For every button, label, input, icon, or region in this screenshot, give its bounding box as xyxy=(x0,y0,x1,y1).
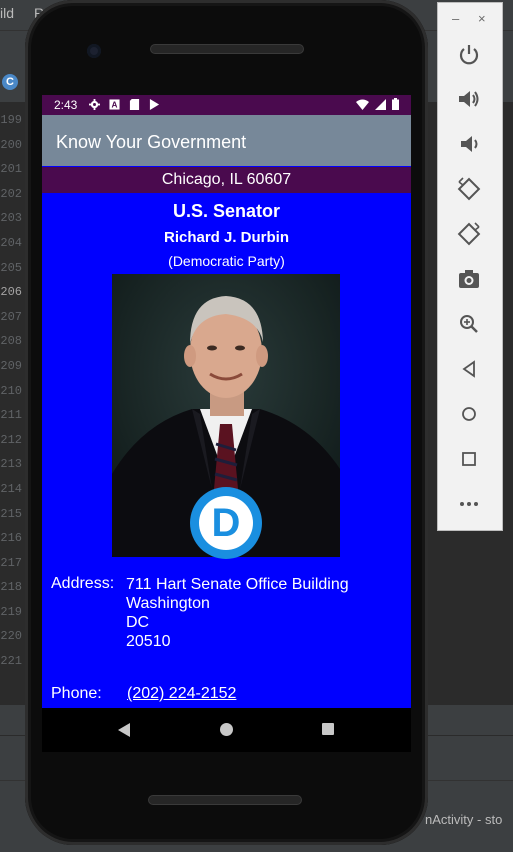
line-number: 221 xyxy=(0,654,22,669)
line-number: 201 xyxy=(0,162,22,177)
phone-frame: 2:43 A Know Your Government Chicago, IL … xyxy=(25,0,428,845)
more-icon[interactable] xyxy=(456,491,482,517)
home-icon[interactable] xyxy=(456,401,482,427)
address-line: 20510 xyxy=(126,633,171,650)
line-number: 200 xyxy=(0,137,22,152)
address-line: DC xyxy=(126,614,150,631)
nav-home-icon[interactable] xyxy=(220,723,233,736)
line-number: 211 xyxy=(0,408,22,423)
status-bar: 2:43 A xyxy=(42,95,411,115)
line-number: 220 xyxy=(0,629,22,644)
signal-icon xyxy=(375,98,386,110)
line-number: 218 xyxy=(0,580,22,595)
line-number: 199 xyxy=(0,113,22,127)
battery-icon xyxy=(392,98,399,110)
bottom-speaker xyxy=(148,795,302,805)
earpiece-speaker xyxy=(150,44,304,54)
ide-status-text: nActivity - sto xyxy=(425,812,503,827)
address-label: Address: xyxy=(51,575,115,592)
address-value[interactable]: 711 Hart Senate Office Building Washingt… xyxy=(126,575,349,651)
a-box-icon: A xyxy=(109,99,120,110)
nav-back-icon[interactable] xyxy=(118,723,130,737)
close-icon[interactable]: × xyxy=(478,11,486,26)
line-number: 206 xyxy=(0,285,22,300)
line-number: 203 xyxy=(0,211,22,226)
official-name: Richard J. Durbin xyxy=(163,229,290,246)
rotate-right-icon[interactable] xyxy=(456,221,482,247)
line-number: 208 xyxy=(0,334,22,349)
app-bar: Know Your Government xyxy=(42,115,411,166)
front-camera xyxy=(87,44,101,58)
camera-icon[interactable] xyxy=(456,266,482,292)
line-number: 214 xyxy=(0,481,22,496)
line-number: 209 xyxy=(0,358,22,373)
android-nav-bar xyxy=(42,708,411,752)
line-number-gutter: 199 200 201 202 203 204 205 206 207 208 209 210 211 2… xyxy=(0,108,22,693)
svg-text:A: A xyxy=(112,101,118,110)
line-number: 213 xyxy=(0,457,22,472)
nav-recents-icon[interactable] xyxy=(322,723,334,735)
volume-up-icon[interactable] xyxy=(456,86,482,112)
status-time: 2:43 xyxy=(54,98,78,112)
party-logo-icon[interactable]: D xyxy=(190,487,262,559)
line-number: 217 xyxy=(0,555,22,570)
line-number: 210 xyxy=(0,383,22,398)
location-bar: Chicago, IL 60607 xyxy=(42,167,411,193)
volume-down-icon[interactable] xyxy=(456,131,482,157)
party-logo-letter: D xyxy=(199,496,253,550)
emulator-side-panel: – × xyxy=(437,2,503,531)
play-store-icon xyxy=(149,99,160,110)
app-title: Know Your Government xyxy=(56,132,247,152)
line-number: 205 xyxy=(0,260,22,275)
party-label: (Democratic Party) xyxy=(168,253,285,269)
wifi-icon xyxy=(356,99,369,110)
address-line: 711 Hart Senate Office Building xyxy=(126,576,349,593)
line-number: 207 xyxy=(0,309,22,324)
zoom-icon[interactable] xyxy=(456,311,482,337)
app-screen: 2:43 A Know Your Government Chicago, IL … xyxy=(42,95,411,708)
line-number: 202 xyxy=(0,186,22,201)
office-title: U.S. Senator xyxy=(172,201,281,221)
line-number: 216 xyxy=(0,531,22,546)
gear-icon xyxy=(89,99,100,110)
sd-card-icon xyxy=(129,99,140,110)
line-number: 219 xyxy=(0,604,22,619)
phone-label: Phone: xyxy=(51,685,102,702)
minimize-icon[interactable]: – xyxy=(452,11,459,26)
address-line: Washington xyxy=(126,595,210,612)
class-file-icon[interactable]: C xyxy=(2,74,18,90)
overview-icon[interactable] xyxy=(456,446,482,472)
line-number: 212 xyxy=(0,432,22,447)
back-icon[interactable] xyxy=(456,356,482,382)
menu-build[interactable]: ild xyxy=(0,5,14,21)
line-number: 215 xyxy=(0,506,22,521)
power-icon[interactable] xyxy=(456,41,482,67)
rotate-left-icon[interactable] xyxy=(456,176,482,202)
phone-number-link[interactable]: (202) 224-2152 xyxy=(127,685,236,703)
line-number: 204 xyxy=(0,235,22,250)
